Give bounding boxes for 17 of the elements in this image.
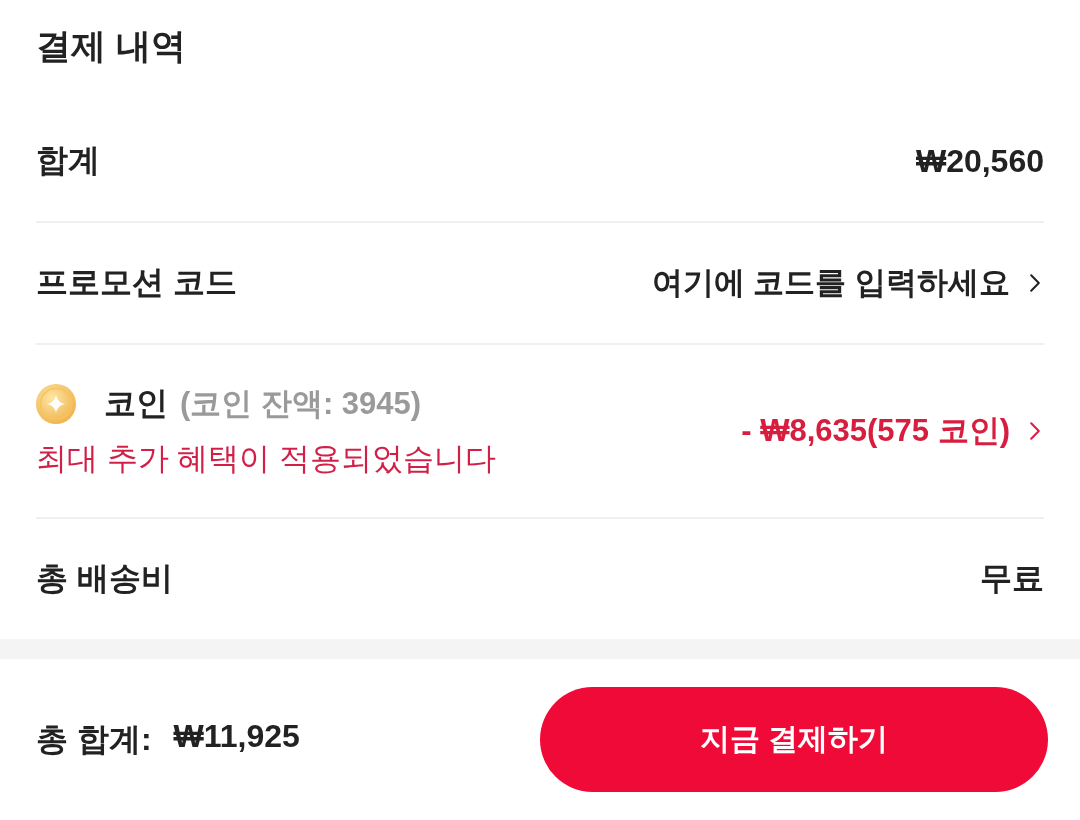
row-label: 총 배송비: [36, 559, 173, 598]
benefit-note: 최대 추가 혜택이 적용되었습니다: [36, 440, 496, 478]
chevron-right-icon: [1030, 422, 1040, 440]
total-label: 총 합계:: [36, 719, 152, 759]
row-label: 프로모션 코드: [36, 263, 237, 302]
code-entry-link[interactable]: 여기에 코드를 입력하세요: [651, 262, 1044, 304]
coin-discount-link[interactable]: - ₩8,635(575 코인): [741, 410, 1044, 452]
section-title: 결제 내역: [36, 24, 186, 67]
row-label: 합계: [36, 141, 100, 180]
row-label: 코인: [104, 384, 168, 423]
coin-icon: [36, 384, 76, 424]
row-value: 무료: [980, 559, 1044, 598]
pay-now-button[interactable]: 지금 결제하기: [540, 687, 1048, 792]
coin-balance: (코인 잔액: 3945): [180, 385, 422, 423]
row-value: ₩20,560: [915, 142, 1044, 180]
chevron-right-icon: [1030, 274, 1040, 292]
total-amount: ₩11,925: [173, 717, 300, 756]
